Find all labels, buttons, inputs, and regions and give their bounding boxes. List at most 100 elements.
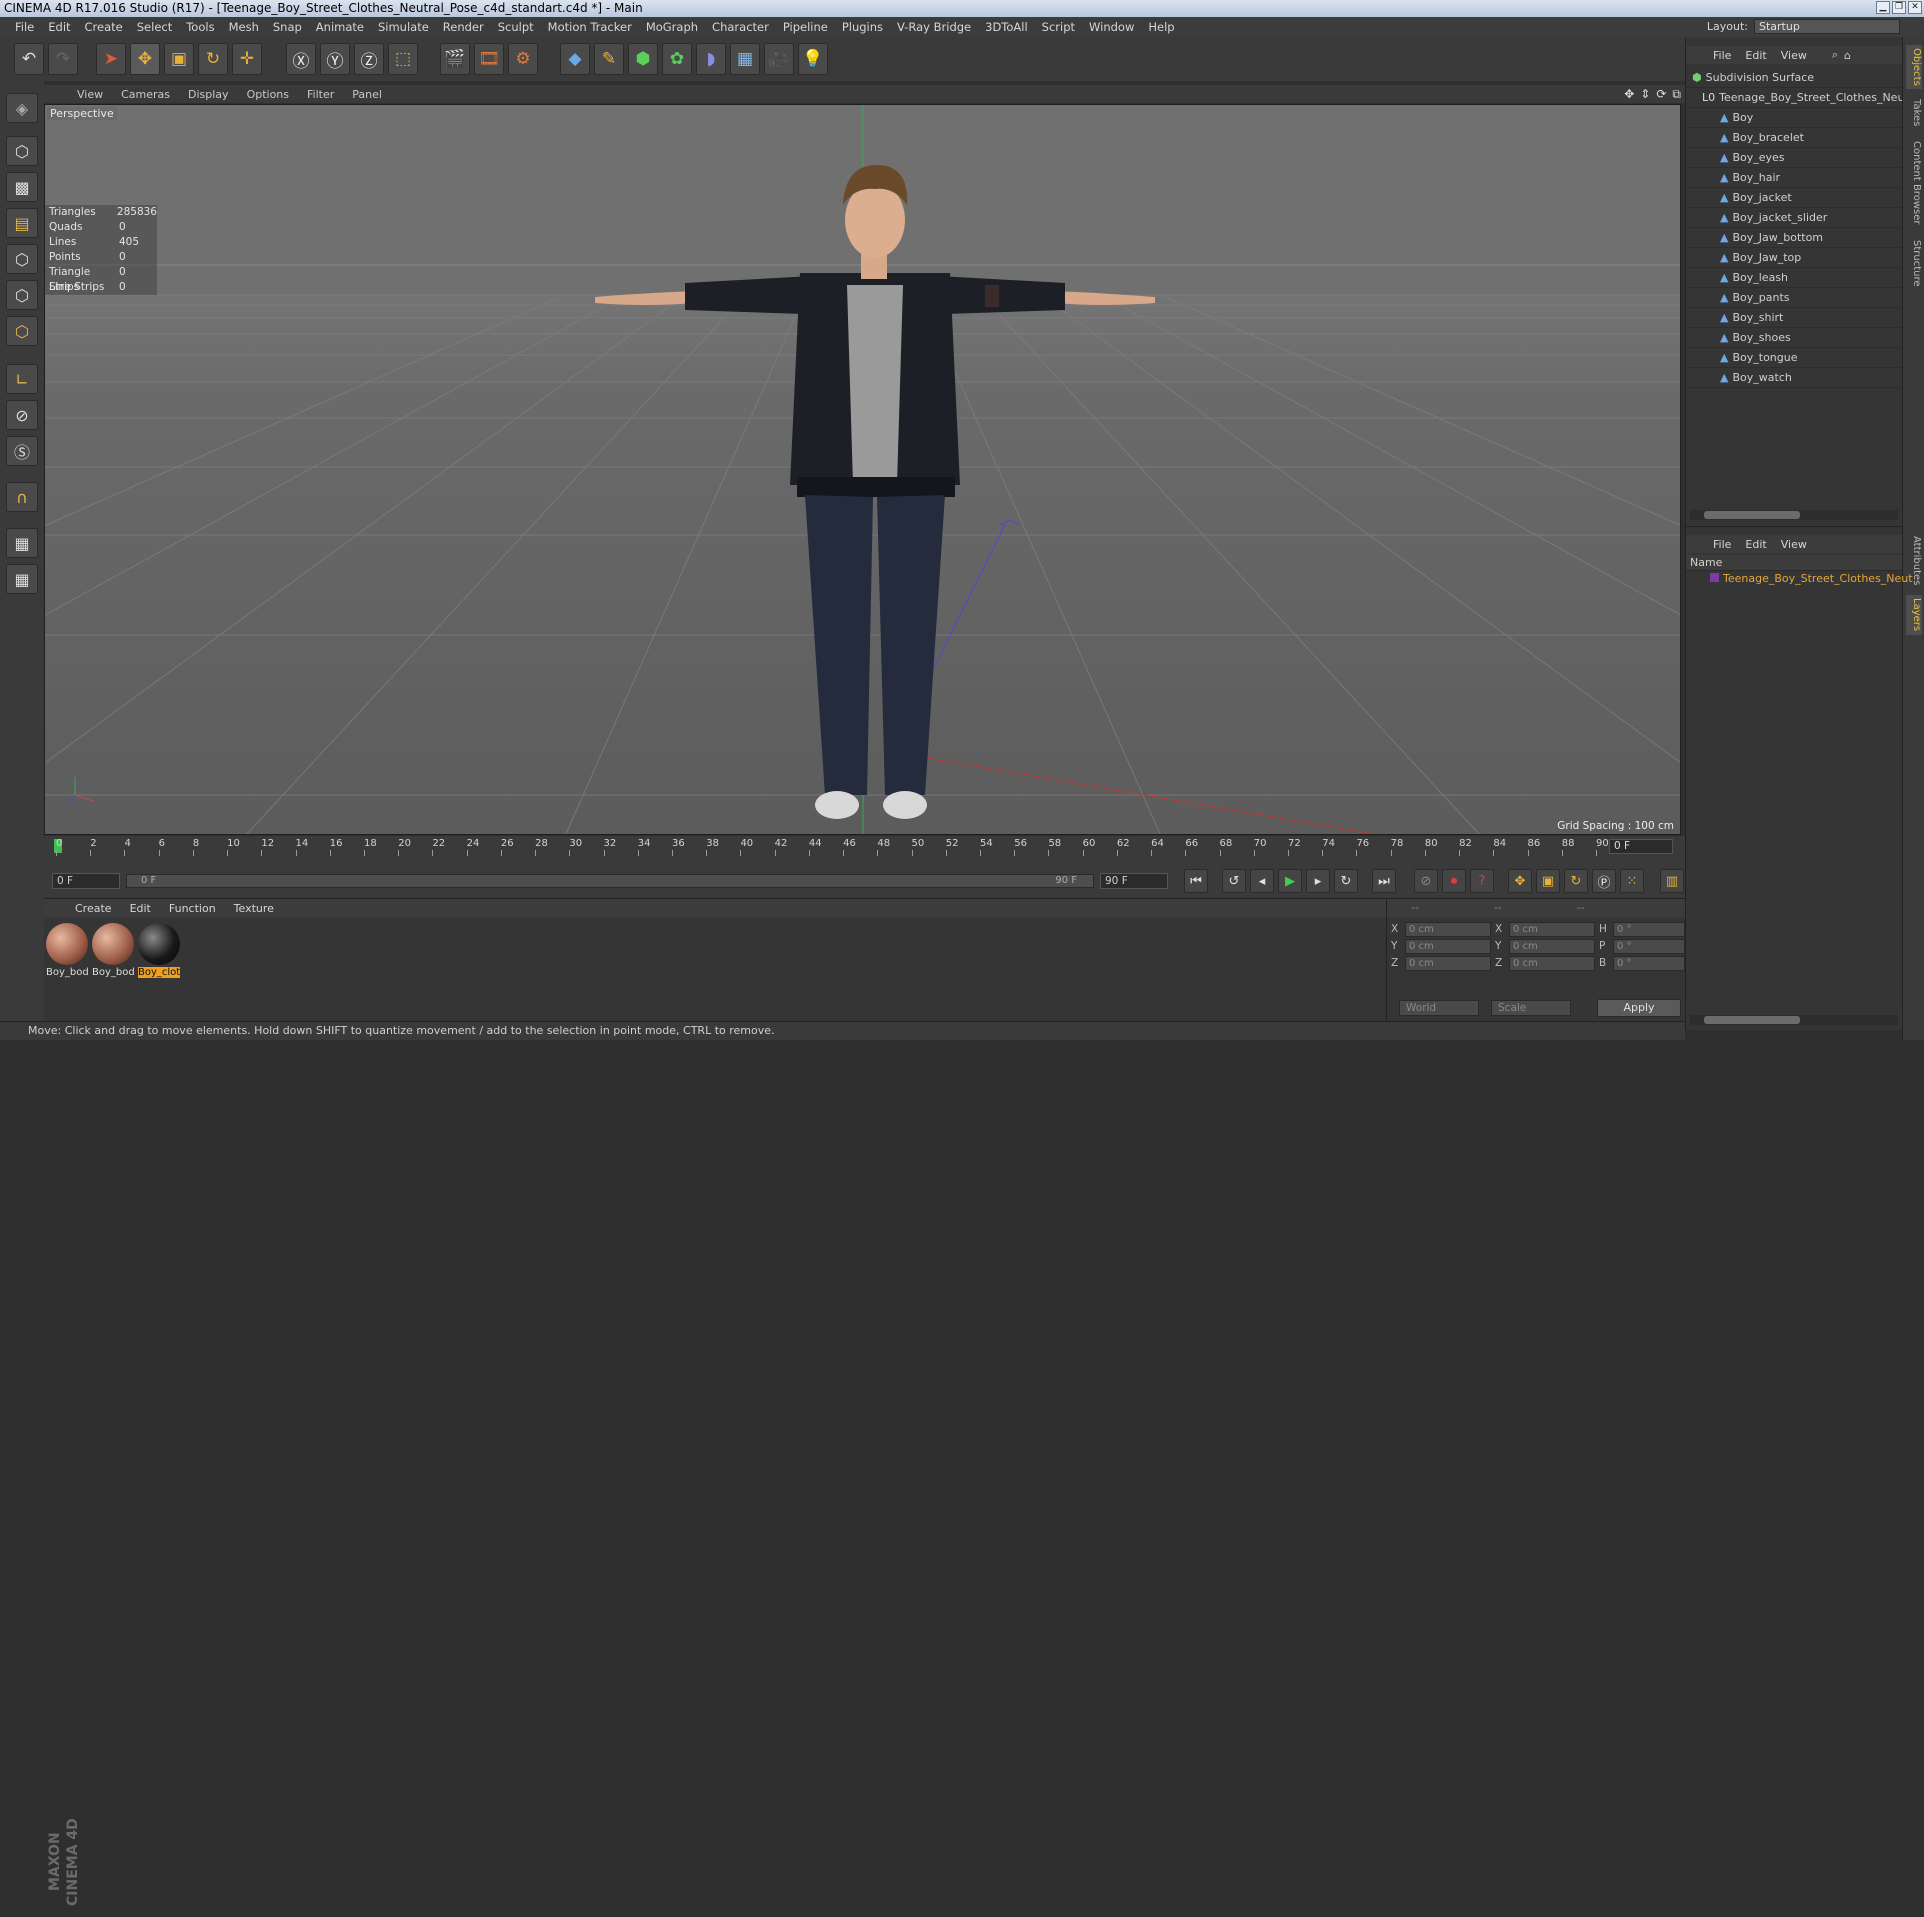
tab-takes[interactable]: Takes — [1906, 95, 1922, 131]
cube-object-icon[interactable]: ◆ — [560, 43, 590, 75]
tree-item[interactable]: ▲ Boy_watch — [1686, 368, 1902, 388]
menu-plugins[interactable]: Plugins — [835, 20, 890, 34]
viewport-menu-display[interactable]: Display — [179, 88, 238, 101]
minimize-icon[interactable]: ▁ — [1876, 1, 1890, 14]
perspective-viewport[interactable]: Perspective Triangles 285836 Quads 0 Lines… — [44, 104, 1681, 835]
locked-workplane-icon[interactable]: ▦ — [6, 528, 38, 558]
layer-menu-file[interactable]: File — [1706, 538, 1738, 551]
model-mode-icon[interactable]: ⬡ — [6, 136, 38, 166]
render-settings-icon[interactable]: ⚙ — [508, 43, 538, 75]
previous-frame-icon[interactable]: ◂ — [1250, 869, 1274, 893]
record-keys-icon[interactable]: ⊘ — [1414, 869, 1438, 893]
live-selection-icon[interactable]: ➤ — [96, 43, 126, 75]
menu-snap[interactable]: Snap — [266, 20, 309, 34]
start-frame-field[interactable]: 0 F — [52, 873, 120, 889]
menu-motion-tracker[interactable]: Motion Tracker — [541, 20, 639, 34]
menu-animate[interactable]: Animate — [309, 20, 371, 34]
snapping-icon[interactable]: Ⓢ — [6, 436, 38, 466]
key-rotation-icon[interactable]: ↻ — [1564, 869, 1588, 893]
key-parameter-icon[interactable]: Ⓟ — [1592, 869, 1616, 893]
material-menu-edit[interactable]: Edit — [121, 902, 160, 915]
go-to-end-icon[interactable]: ⏭ — [1372, 869, 1396, 893]
y-axis-lock-icon[interactable]: Ⓨ — [320, 43, 350, 75]
tab-structure[interactable]: Structure — [1906, 235, 1922, 291]
viewport-menu-view[interactable]: View — [68, 88, 112, 101]
tree-item[interactable]: ▲ Boy_shirt — [1686, 308, 1902, 328]
menu-select[interactable]: Select — [130, 20, 179, 34]
scale-tool-icon[interactable]: ▣ — [164, 43, 194, 75]
workplane-mode-icon[interactable]: ▤ — [6, 208, 38, 238]
z-axis-lock-icon[interactable]: Ⓩ — [354, 43, 384, 75]
tree-item[interactable]: ▲ Boy_leash — [1686, 268, 1902, 288]
move-tool-icon[interactable]: ✥ — [130, 43, 160, 75]
menu-mograph[interactable]: MoGraph — [639, 20, 705, 34]
size-z-field[interactable]: 0 cm — [1509, 955, 1595, 971]
tree-item[interactable]: ▲ Boy_tongue — [1686, 348, 1902, 368]
viewport-menu-panel[interactable]: Panel — [343, 88, 391, 101]
menu-tools[interactable]: Tools — [179, 20, 221, 34]
end-frame-field[interactable]: 90 F — [1100, 873, 1168, 889]
coordinate-system-icon[interactable]: ⬚ — [388, 43, 418, 75]
autokeying-icon[interactable]: ⏺ — [1442, 869, 1466, 893]
camera-icon[interactable]: 🎥 — [764, 43, 794, 75]
tree-item[interactable]: ▲ Boy_bracelet — [1686, 128, 1902, 148]
menu-sculpt[interactable]: Sculpt — [491, 20, 541, 34]
make-editable-icon[interactable]: ◈ — [6, 93, 38, 123]
preview-range-slider[interactable]: 0 F 90 F — [126, 874, 1094, 888]
position-y-field[interactable]: 0 cm — [1405, 938, 1491, 954]
key-position-icon[interactable]: ✥ — [1508, 869, 1532, 893]
tree-item[interactable]: ▲ Boy_eyes — [1686, 148, 1902, 168]
rotate-tool-icon[interactable]: ↻ — [198, 43, 228, 75]
layer-manager-scrollbar[interactable] — [1690, 1015, 1898, 1025]
menu-window[interactable]: Window — [1082, 20, 1141, 34]
render-view-icon[interactable]: 🎬 — [440, 43, 470, 75]
rotate-view-icon[interactable]: ⟳ — [1656, 87, 1666, 102]
tree-item[interactable]: ▲ Boy_jacket — [1686, 188, 1902, 208]
rotation-p-field[interactable]: 0 ° — [1613, 938, 1685, 954]
recent-tool-icon[interactable]: ✛ — [232, 43, 262, 75]
timeline-ruler[interactable]: 0 2 4 6 8 10 12 14 16 18 20 22 24 26 28 30 32 34 36 38 40 42 4… — [44, 836, 1685, 860]
menu-render[interactable]: Render — [436, 20, 491, 34]
deformer-icon[interactable]: ◗ — [696, 43, 726, 75]
size-y-field[interactable]: 0 cm — [1509, 938, 1595, 954]
layer-menu-view[interactable]: View — [1774, 538, 1814, 551]
menu-script[interactable]: Script — [1035, 20, 1082, 34]
timeline-window-icon[interactable]: ▥ — [1660, 869, 1684, 893]
menu-edit[interactable]: Edit — [41, 20, 77, 34]
key-point-level-icon[interactable]: ⁙ — [1620, 869, 1644, 893]
menu-character[interactable]: Character — [705, 20, 776, 34]
floor-icon[interactable]: ▦ — [730, 43, 760, 75]
home-icon[interactable]: ⌂ — [1844, 49, 1851, 62]
object-manager-scrollbar[interactable] — [1690, 510, 1898, 520]
texture-mode-icon[interactable]: ▩ — [6, 172, 38, 202]
tab-objects[interactable]: Objects — [1906, 45, 1922, 89]
material-swatch[interactable]: Boy_bod — [92, 923, 135, 978]
menu-create[interactable]: Create — [78, 20, 130, 34]
previous-key-icon[interactable]: ↺ — [1222, 869, 1246, 893]
tree-item-group[interactable]: L0 Teenage_Boy_Street_Clothes_Neu — [1686, 88, 1904, 108]
current-frame-field[interactable]: 0 F — [1609, 839, 1673, 854]
play-icon[interactable]: ▶ — [1278, 869, 1302, 893]
tweak-mode-icon[interactable]: ⊘ — [6, 400, 38, 430]
menu-file[interactable]: File — [8, 20, 41, 34]
key-scale-icon[interactable]: ▣ — [1536, 869, 1560, 893]
close-icon[interactable]: ✕ — [1908, 1, 1922, 14]
render-picture-viewer-icon[interactable]: 🎞 — [474, 43, 504, 75]
viewport-menu-cameras[interactable]: Cameras — [112, 88, 179, 101]
rotation-h-field[interactable]: 0 ° — [1613, 921, 1685, 937]
frame-ruler[interactable]: 0 2 4 6 8 10 12 14 16 18 20 22 24 26 28 30 32 34 36 38 40 42 4… — [56, 838, 1616, 858]
material-swatch[interactable]: Boy_bod — [46, 923, 89, 978]
menu-simulate[interactable]: Simulate — [371, 20, 436, 34]
viewport-menu-filter[interactable]: Filter — [298, 88, 343, 101]
points-mode-icon[interactable]: ⬡ — [6, 244, 38, 274]
apply-button[interactable]: Apply — [1597, 999, 1681, 1017]
cloner-icon[interactable]: ✿ — [662, 43, 692, 75]
rotation-b-field[interactable]: 0 ° — [1613, 955, 1685, 971]
pen-spline-icon[interactable]: ✎ — [594, 43, 624, 75]
tree-item[interactable]: ▲ Boy — [1686, 108, 1902, 128]
object-menu-view[interactable]: View — [1774, 49, 1814, 62]
tree-item[interactable]: ▲ Boy_jacket_slider — [1686, 208, 1902, 228]
size-x-field[interactable]: 0 cm — [1509, 921, 1595, 937]
position-x-field[interactable]: 0 cm — [1405, 921, 1491, 937]
tree-item[interactable]: ▲ Boy_Jaw_bottom — [1686, 228, 1902, 248]
